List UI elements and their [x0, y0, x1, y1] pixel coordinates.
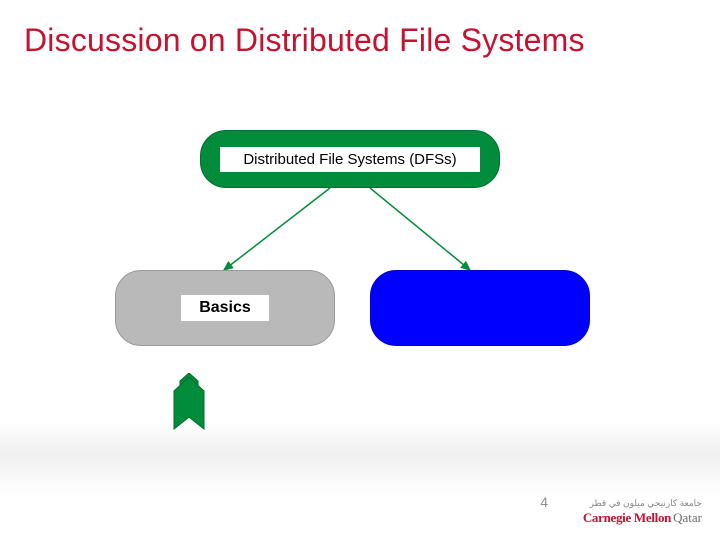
diagram-root-label: Distributed File Systems (DFSs) — [220, 147, 480, 172]
slide-title: Discussion on Distributed File Systems — [24, 22, 585, 59]
diagram-root-node: Distributed File Systems (DFSs) — [200, 130, 500, 188]
page-number: 4 — [540, 494, 548, 510]
diagram-left-label: Basics — [181, 295, 269, 321]
connector-arrows — [0, 0, 720, 540]
logo-line2: Qatar — [673, 510, 702, 526]
bookmark-icon — [172, 373, 206, 431]
arrow-to-left — [224, 188, 330, 270]
slide: Discussion on Distributed File Systems D… — [0, 0, 720, 540]
logo: جامعة كارنيجي ميلون في قطر Carnegie Mell… — [552, 486, 702, 526]
logo-arabic-text: جامعة كارنيجي ميلون في قطر — [590, 498, 702, 509]
diagram-right-node — [370, 270, 590, 346]
logo-english: Carnegie Mellon Qatar — [583, 510, 702, 526]
arrow-to-right — [370, 188, 470, 270]
diagram-left-node: Basics — [115, 270, 335, 346]
logo-line1: Carnegie Mellon — [583, 510, 671, 526]
